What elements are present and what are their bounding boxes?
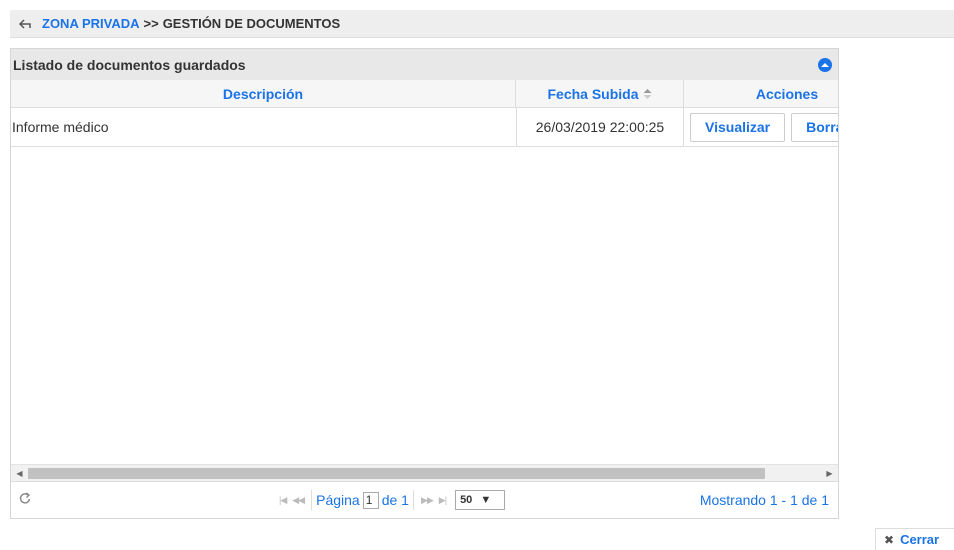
delete-button[interactable]: Borrar — [791, 112, 838, 142]
breadcrumb-link-zona-privada[interactable]: ZONA PRIVADA — [42, 16, 140, 31]
breadcrumb: ZONA PRIVADA >> GESTIÓN DE DOCUMENTOS — [10, 10, 954, 38]
pager-divider — [412, 490, 414, 510]
close-button[interactable]: ✖ Cerrar — [875, 528, 954, 550]
grid-viewport: Descripción Fecha Subida Acciones Inform… — [11, 80, 838, 464]
pager-center: |◀ ◀◀ Página de 1 ▶▶ ▶| 50 ▼ — [276, 488, 506, 512]
pager: |◀ ◀◀ Página de 1 ▶▶ ▶| 50 ▼ Mostrando 1… — [11, 481, 838, 518]
horizontal-scrollbar[interactable]: ◀ ▶ — [11, 464, 838, 481]
column-header-description[interactable]: Descripción — [11, 80, 516, 107]
page-label: Página — [316, 492, 360, 508]
documents-grid: Listado de documentos guardados Descripc… — [10, 48, 839, 519]
scrollbar-track[interactable] — [28, 465, 821, 482]
page-size-select[interactable]: 50 ▼ — [455, 490, 506, 510]
back-arrow-icon[interactable] — [14, 14, 36, 34]
close-label: Cerrar — [900, 532, 940, 547]
records-summary: Mostrando 1 - 1 de 1 — [699, 492, 829, 508]
view-button[interactable]: Visualizar — [690, 112, 786, 142]
grid-title-bar: Listado de documentos guardados — [11, 49, 838, 80]
collapse-icon[interactable] — [818, 57, 832, 72]
column-header-upload-date[interactable]: Fecha Subida — [516, 80, 684, 107]
breadcrumb-separator: >> — [143, 16, 159, 31]
page-size-value: 50 — [460, 494, 473, 506]
grid-title: Listado de documentos guardados — [13, 56, 246, 73]
page-count: de 1 — [381, 492, 409, 508]
cell-upload-date: 26/03/2019 22:00:25 — [516, 108, 684, 146]
pager-divider — [311, 490, 313, 510]
scroll-left-icon[interactable]: ◀ — [11, 465, 28, 482]
sort-icon — [643, 88, 652, 100]
scrollbar-thumb[interactable] — [28, 467, 766, 479]
breadcrumb-current: GESTIÓN DE DOCUMENTOS — [162, 16, 341, 31]
refresh-icon[interactable] — [19, 492, 31, 508]
table-row[interactable]: Informe médico 26/03/2019 22:00:25 Visua… — [11, 108, 838, 147]
prev-page-icon[interactable]: ◀◀ — [292, 495, 305, 506]
table-header: Descripción Fecha Subida Acciones — [11, 80, 838, 108]
chevron-down-icon: ▼ — [480, 494, 492, 506]
column-header-actions: Acciones — [684, 80, 838, 107]
next-page-icon[interactable]: ▶▶ — [421, 495, 434, 506]
cell-actions: Visualizar Borrar — [684, 108, 838, 146]
cell-description: Informe médico — [12, 119, 109, 135]
scroll-right-icon[interactable]: ▶ — [821, 465, 838, 482]
documents-table: Descripción Fecha Subida Acciones Inform… — [11, 80, 838, 147]
close-icon: ✖ — [884, 532, 895, 547]
first-page-icon[interactable]: |◀ — [279, 495, 287, 506]
page-number-input[interactable] — [362, 491, 379, 509]
last-page-icon[interactable]: ▶| — [439, 495, 447, 506]
